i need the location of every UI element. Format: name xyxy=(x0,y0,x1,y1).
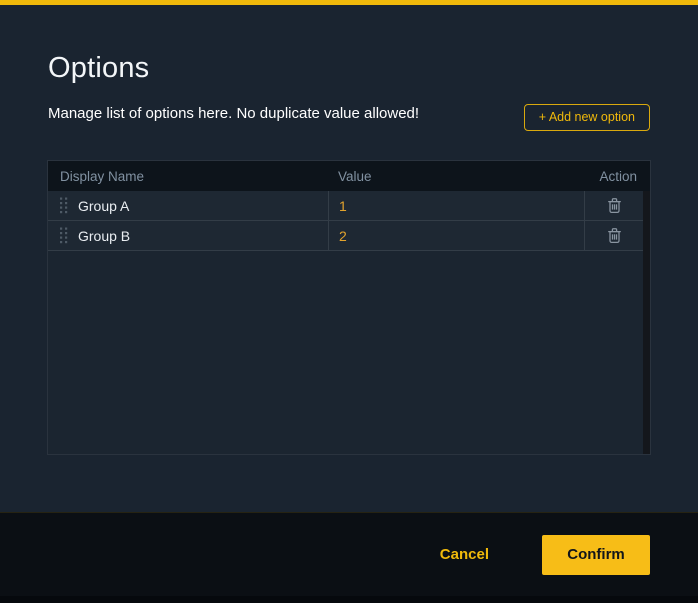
column-header-value: Value xyxy=(328,169,584,184)
value-cell[interactable]: 2 xyxy=(328,221,584,250)
table-row: Group A 1 xyxy=(48,191,650,221)
table-header-row: Display Name Value Action xyxy=(48,161,650,191)
cancel-button[interactable]: Cancel xyxy=(434,545,495,564)
column-header-display-name: Display Name xyxy=(48,169,328,184)
page-title: Options xyxy=(48,52,149,85)
confirm-button[interactable]: Confirm xyxy=(542,535,650,575)
drag-handle-icon xyxy=(58,226,69,245)
modal-description: Manage list of options here. No duplicat… xyxy=(48,105,419,122)
display-name-cell[interactable]: Group B xyxy=(78,228,130,244)
modal-accent-bar xyxy=(0,0,698,5)
trash-icon xyxy=(607,197,622,214)
modal-footer: Cancel Confirm xyxy=(0,512,698,596)
table-scrollbar[interactable] xyxy=(643,191,650,454)
drag-handle[interactable] xyxy=(48,191,78,220)
delete-option-button[interactable] xyxy=(603,195,626,216)
delete-option-button[interactable] xyxy=(603,225,626,246)
column-header-action: Action xyxy=(584,169,650,184)
add-new-option-button[interactable]: + Add new option xyxy=(524,104,650,131)
options-modal: Options Manage list of options here. No … xyxy=(0,0,698,603)
modal-bottom-edge xyxy=(0,596,698,603)
value-cell[interactable]: 1 xyxy=(328,191,584,220)
drag-handle-icon xyxy=(58,196,69,215)
display-name-cell[interactable]: Group A xyxy=(78,198,129,214)
trash-icon xyxy=(607,227,622,244)
options-table: Display Name Value Action Group A xyxy=(47,160,651,455)
drag-handle[interactable] xyxy=(48,221,78,250)
table-row: Group B 2 xyxy=(48,221,650,251)
